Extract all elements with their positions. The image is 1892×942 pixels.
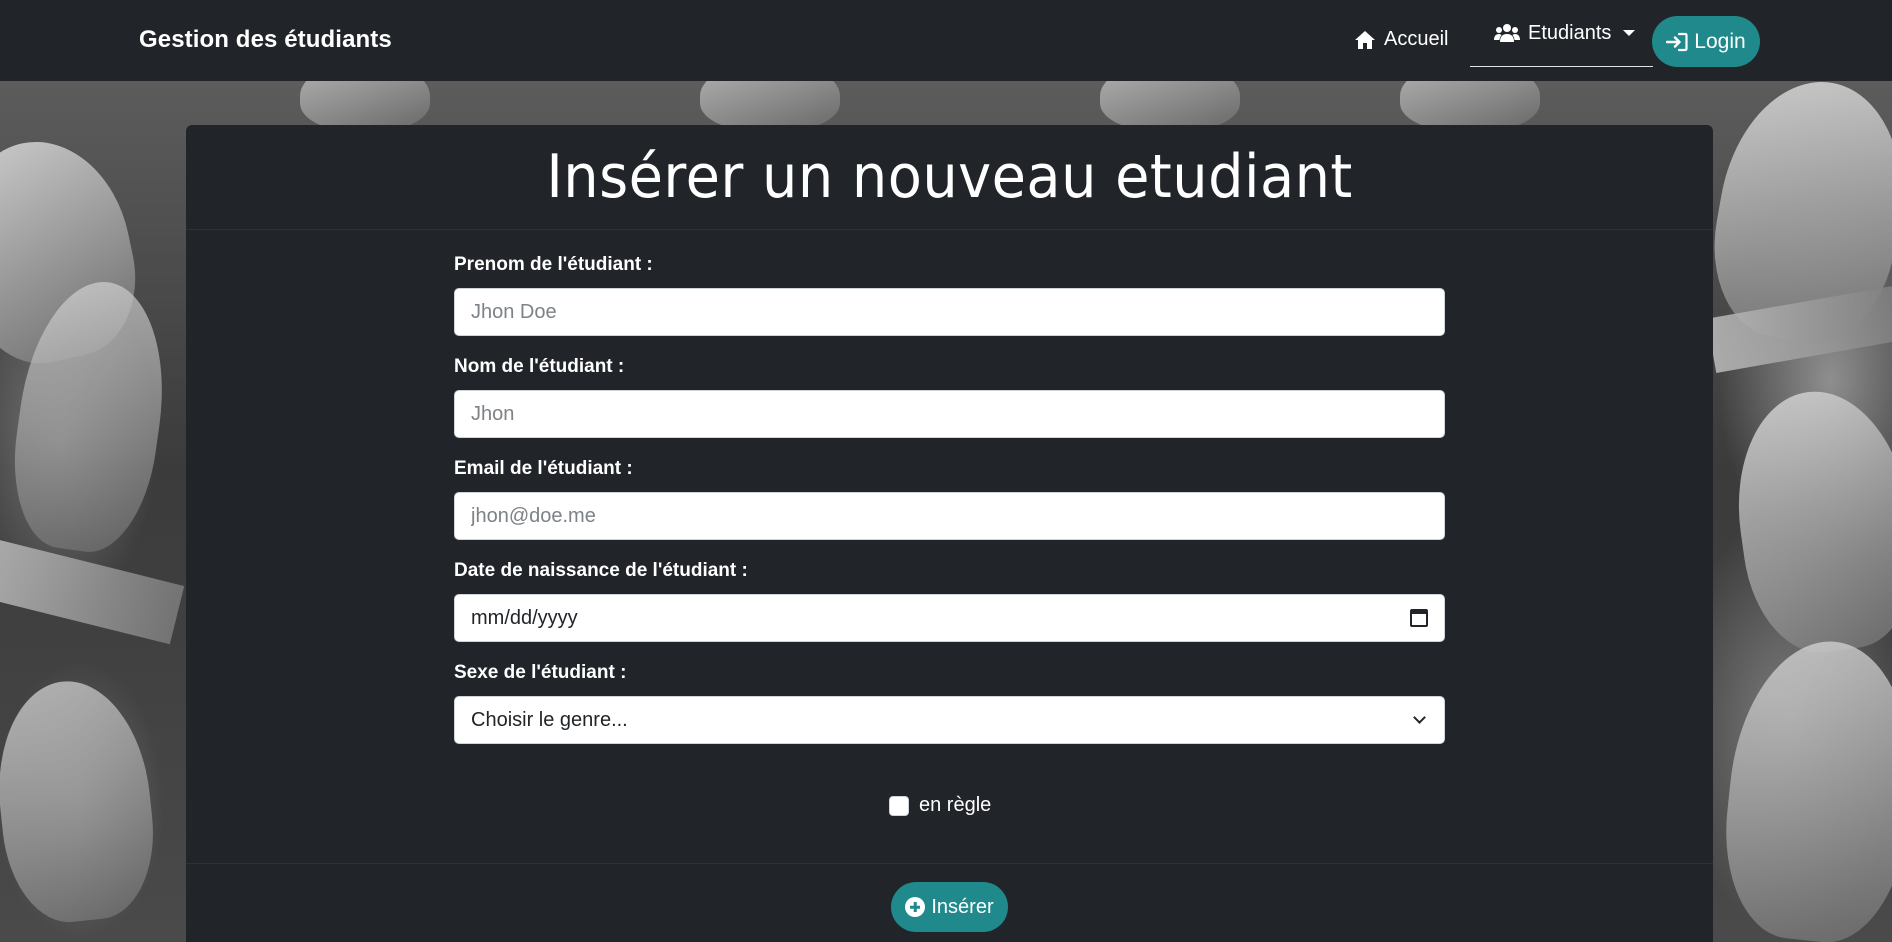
lastname-label: Nom de l'étudiant : [454,356,625,377]
sign-in-icon [1666,32,1688,51]
desk-shape [0,537,185,645]
nav-home-label: Accueil [1384,28,1449,50]
gender-label: Sexe de l'étudiant : [454,662,627,683]
chair-shape [1722,380,1892,662]
birthdate-format-text: mm/dd/yyyy [471,606,578,629]
caret-down-icon [1623,30,1636,36]
birthdate-label: Date de naissance de l'étudiant : [454,560,748,581]
insert-button-label: Insérer [931,895,994,918]
chair-shape [700,81,840,131]
brand-title[interactable]: Gestion des étudiants [139,26,392,54]
birthdate-input[interactable]: mm/dd/yyyy [454,594,1445,642]
email-input[interactable] [454,492,1445,540]
gender-selected-value: Choisir le genre... [471,708,628,731]
chair-shape [1714,632,1892,942]
firstname-field-group: Prenom de l'étudiant : [454,254,1445,336]
chevron-down-icon [1413,711,1426,724]
calendar-icon[interactable] [1410,609,1428,627]
status-checkbox-label[interactable]: en règle [919,794,991,817]
insert-button[interactable]: Insérer [891,882,1008,932]
chair-shape [1100,81,1240,131]
nav-students-label: Etudiants [1528,21,1612,44]
plus-circle-icon [905,897,926,917]
firstname-input[interactable] [454,288,1445,336]
page-title: Insérer un nouveau etudiant [546,142,1353,212]
birthdate-field-group: Date de naissance de l'étudiant : mm/dd/… [454,560,1445,642]
chair-shape [0,673,163,929]
gender-select[interactable]: Choisir le genre... [454,696,1445,744]
card-header: Insérer un nouveau etudiant [186,125,1713,230]
login-button[interactable]: Login [1652,16,1760,67]
firstname-label: Prenom de l'étudiant : [454,254,653,275]
lastname-input[interactable] [454,390,1445,438]
chair-shape [300,81,430,131]
nav-students-dropdown[interactable]: Etudiants [1470,0,1653,67]
gender-field-group: Sexe de l'étudiant : Choisir le genre... [454,662,1445,744]
users-icon [1494,24,1520,42]
lastname-field-group: Nom de l'étudiant : [454,356,1445,438]
login-label: Login [1694,29,1746,53]
home-icon [1355,30,1375,49]
insert-student-form: Prenom de l'étudiant : Nom de l'étudiant… [454,254,1445,764]
nav-home[interactable]: Accueil [1354,28,1448,51]
insert-student-card: Insérer un nouveau etudiant Prenom de l'… [186,125,1713,942]
email-label: Email de l'étudiant : [454,458,633,479]
email-field-group: Email de l'étudiant : [454,458,1445,540]
navbar: Gestion des étudiants Accueil Etudiants … [0,0,1892,81]
status-checkbox-row[interactable]: en règle [889,794,991,817]
chair-shape [1400,81,1540,131]
status-checkbox[interactable] [889,795,909,816]
